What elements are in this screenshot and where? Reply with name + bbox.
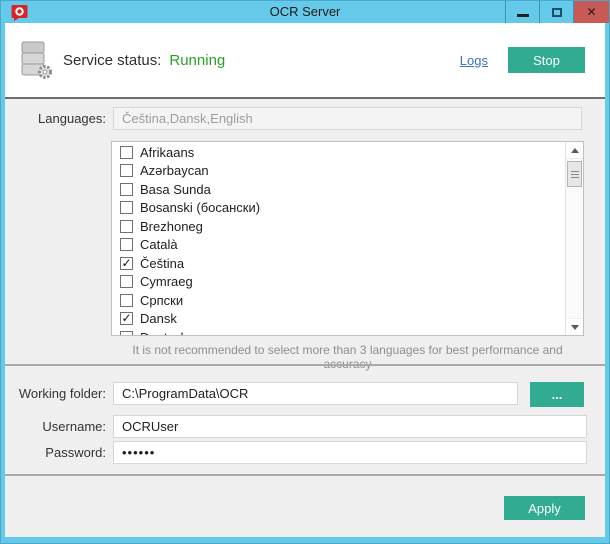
- logs-link[interactable]: Logs: [460, 53, 488, 68]
- language-name: Azərbaycan: [140, 163, 209, 178]
- service-status-header: Service status: Running Logs Stop: [5, 23, 605, 97]
- footer-bar: Apply: [5, 476, 605, 537]
- checkbox-unchecked-icon[interactable]: [120, 201, 133, 214]
- language-list-item[interactable]: ✓ Čeština: [112, 254, 565, 273]
- language-list-item[interactable]: ✓ Dansk: [112, 310, 565, 329]
- language-list-item[interactable]: Afrikaans: [112, 143, 565, 162]
- checkbox-unchecked-icon[interactable]: [120, 294, 133, 307]
- languages-panel: Languages: Čeština,Dansk,English Afrikaa…: [5, 99, 605, 364]
- language-list-item[interactable]: Српски: [112, 291, 565, 310]
- password-label: Password:: [5, 441, 106, 466]
- languages-label: Languages:: [5, 107, 106, 130]
- scroll-down-icon: [571, 325, 579, 330]
- language-name: Dansk: [140, 311, 177, 326]
- scroll-up-button[interactable]: [566, 142, 583, 159]
- password-input[interactable]: [113, 441, 587, 464]
- scroll-up-icon: [571, 148, 579, 153]
- working-folder-input[interactable]: [113, 382, 518, 405]
- service-database-icon: [19, 40, 53, 80]
- checkbox-unchecked-icon[interactable]: [120, 183, 133, 196]
- language-list-item[interactable]: Deutsch: [112, 328, 565, 336]
- settings-section: Working folder: ... Username: Password:: [5, 366, 605, 474]
- language-name: Afrikaans: [140, 145, 194, 160]
- apply-button[interactable]: Apply: [504, 496, 585, 520]
- username-input[interactable]: [113, 415, 587, 438]
- language-list-items: Afrikaans Azərbaycan Basa Sunda Bosanski (б…: [112, 143, 565, 336]
- maximize-icon: [552, 8, 562, 17]
- language-list-item[interactable]: Basa Sunda: [112, 180, 565, 199]
- languages-selected-field: Čeština,Dansk,English: [113, 107, 582, 130]
- checkbox-unchecked-icon[interactable]: [120, 238, 133, 251]
- language-list-item[interactable]: Bosanski (босански): [112, 199, 565, 218]
- language-list-item[interactable]: Azərbaycan: [112, 162, 565, 181]
- scrollbar-thumb[interactable]: [567, 161, 582, 187]
- checkbox-checked-icon[interactable]: ✓: [120, 312, 133, 325]
- language-name: Deutsch: [140, 330, 188, 336]
- service-status-value: Running: [169, 52, 225, 69]
- checkbox-unchecked-icon[interactable]: [120, 275, 133, 288]
- checkbox-unchecked-icon[interactable]: [120, 146, 133, 159]
- language-name: Cymraeg: [140, 274, 193, 289]
- language-name: Bosanski (босански): [140, 200, 260, 215]
- language-list-scrollbar[interactable]: [565, 142, 583, 335]
- minimize-button[interactable]: [505, 1, 539, 23]
- ocr-server-window: OCR Server ✕ Service status: Running Log…: [0, 0, 610, 544]
- scroll-down-button[interactable]: [566, 318, 583, 335]
- window-body: Service status: Running Logs Stop Langua…: [5, 23, 605, 537]
- username-label: Username:: [5, 415, 106, 440]
- language-name: Basa Sunda: [140, 182, 211, 197]
- language-name: Català: [140, 237, 178, 252]
- language-name: Čeština: [140, 256, 184, 271]
- checkbox-unchecked-icon[interactable]: [120, 331, 133, 336]
- checkbox-unchecked-icon[interactable]: [120, 220, 133, 233]
- language-list-item[interactable]: Brezhoneg: [112, 217, 565, 236]
- stop-button[interactable]: Stop: [508, 47, 585, 73]
- window-controls: ✕: [505, 1, 609, 23]
- language-list-item[interactable]: Català: [112, 236, 565, 255]
- language-name: Српски: [140, 293, 183, 308]
- working-folder-label: Working folder:: [5, 382, 106, 407]
- language-list[interactable]: Afrikaans Azərbaycan Basa Sunda Bosanski (б…: [111, 141, 584, 336]
- title-bar: OCR Server ✕: [1, 1, 609, 23]
- service-status-label: Service status:: [63, 52, 161, 69]
- close-icon: ✕: [586, 5, 596, 19]
- maximize-button[interactable]: [539, 1, 573, 23]
- browse-button[interactable]: ...: [530, 382, 584, 407]
- checkbox-unchecked-icon[interactable]: [120, 164, 133, 177]
- language-list-item[interactable]: Cymraeg: [112, 273, 565, 292]
- language-name: Brezhoneg: [140, 219, 203, 234]
- minimize-icon: [517, 14, 529, 17]
- close-button[interactable]: ✕: [573, 1, 609, 23]
- checkbox-checked-icon[interactable]: ✓: [120, 257, 133, 270]
